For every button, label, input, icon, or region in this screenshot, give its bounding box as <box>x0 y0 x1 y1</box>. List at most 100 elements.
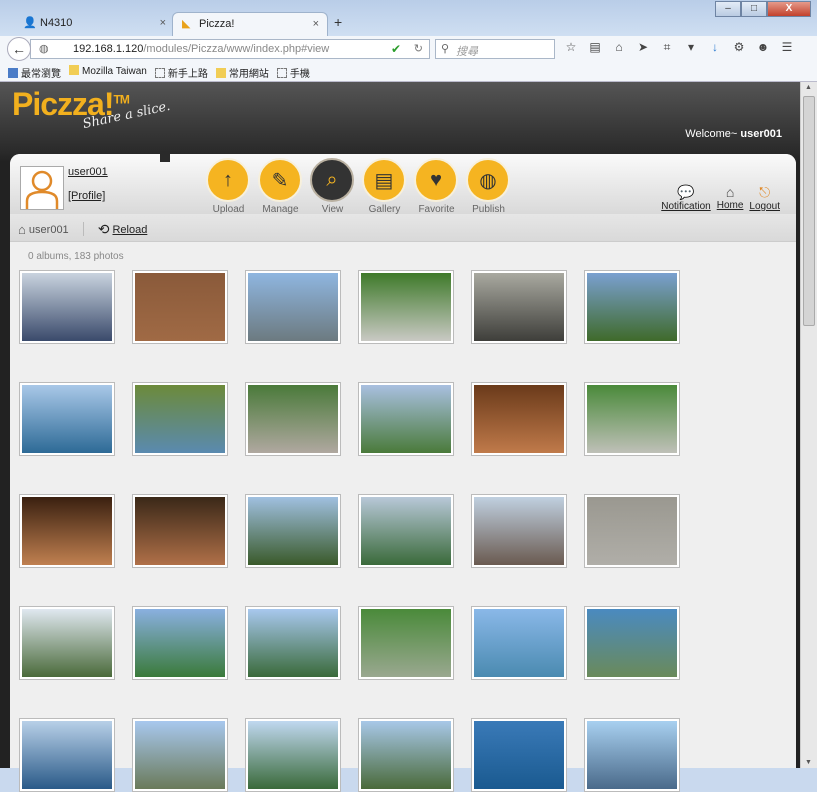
reload-icon[interactable]: ⟲ <box>98 221 110 237</box>
photo-image <box>22 273 112 341</box>
photo-thumbnail[interactable] <box>19 382 115 456</box>
photo-image <box>361 273 451 341</box>
photo-thumbnail[interactable] <box>358 718 454 792</box>
nav-favorite[interactable]: ♥ Favorite <box>414 158 459 215</box>
photo-thumbnail[interactable] <box>471 718 567 792</box>
tab-label: N4310 <box>40 17 73 29</box>
photo-thumbnail[interactable] <box>584 718 680 792</box>
photo-thumbnail[interactable] <box>132 718 228 792</box>
photo-thumbnail[interactable] <box>19 494 115 568</box>
menu-icon[interactable]: ☰ <box>778 40 796 55</box>
close-tab-icon[interactable]: × <box>160 17 166 29</box>
chat-icon[interactable]: ☻ <box>754 40 772 55</box>
photo-image <box>474 721 564 789</box>
avatar[interactable] <box>20 166 64 210</box>
photo-thumbnail[interactable] <box>358 494 454 568</box>
username-link[interactable]: user001 <box>68 166 108 178</box>
minimize-button[interactable]: – <box>715 1 741 17</box>
photo-thumbnail[interactable] <box>471 270 567 344</box>
photo-thumbnail[interactable] <box>358 606 454 680</box>
nav-manage[interactable]: ✎ Manage <box>258 158 303 215</box>
photo-thumbnail[interactable] <box>584 494 680 568</box>
breadcrumb-user[interactable]: user001 <box>29 224 69 236</box>
bookmarks-bar: 最常瀏覽 Mozilla Taiwan 新手上路 常用網站 手機 <box>0 62 817 82</box>
photo-thumbnail[interactable] <box>132 494 228 568</box>
dropdown-icon[interactable]: ▾ <box>682 40 700 55</box>
scrollbar[interactable]: ▲ ▼ <box>800 82 817 768</box>
close-window-button[interactable]: X <box>767 1 811 17</box>
scroll-thumb[interactable] <box>803 96 815 326</box>
photo-thumbnail[interactable] <box>132 606 228 680</box>
profile-link[interactable]: [Profile] <box>68 190 105 202</box>
photo-thumbnail[interactable] <box>245 718 341 792</box>
photo-thumbnail[interactable] <box>132 382 228 456</box>
star-icon[interactable]: ☆ <box>562 40 580 55</box>
crop-icon[interactable]: ⌗ <box>658 40 676 55</box>
globe-icon: ◍ <box>39 43 49 55</box>
photo-image <box>135 721 225 789</box>
photo-thumbnail[interactable] <box>471 382 567 456</box>
search-placeholder: 搜尋 <box>456 46 478 58</box>
logo-tm: TM <box>113 92 129 107</box>
new-tab-button[interactable]: + <box>334 14 342 30</box>
photo-thumbnail[interactable] <box>245 606 341 680</box>
photo-thumbnail[interactable] <box>19 718 115 792</box>
photo-image <box>361 385 451 453</box>
tab-piczza[interactable]: ◣ Piczza! × <box>172 12 328 36</box>
photo-thumbnail[interactable] <box>358 382 454 456</box>
bookmark-mozilla[interactable]: Mozilla Taiwan <box>69 65 147 78</box>
main-panel: user001 [Profile] ↑ Upload ✎ Manage ⌕ View ▤ Ga… <box>10 152 796 792</box>
reload-button[interactable]: Reload <box>112 224 147 236</box>
home-link[interactable]: ⌂ Home <box>717 184 744 212</box>
photo-grid <box>19 270 680 792</box>
photo-thumbnail[interactable] <box>584 270 680 344</box>
photo-thumbnail[interactable] <box>245 270 341 344</box>
nav-gallery[interactable]: ▤ Gallery <box>362 158 407 215</box>
logout-link[interactable]: ⎋ Logout <box>749 184 780 212</box>
home-icon[interactable]: ⌂ <box>610 40 628 55</box>
person-icon: 👤 <box>23 17 37 29</box>
photo-thumbnail[interactable] <box>358 270 454 344</box>
photo-image <box>587 385 677 453</box>
nav-view[interactable]: ⌕ View <box>310 158 355 215</box>
notification-link[interactable]: 💬 Notification <box>661 184 710 212</box>
photo-image <box>587 721 677 789</box>
photo-thumbnail[interactable] <box>19 270 115 344</box>
link-label: Notification <box>661 201 711 212</box>
photo-image <box>248 385 338 453</box>
download-icon[interactable]: ↓ <box>706 40 724 55</box>
scroll-down-icon[interactable]: ▼ <box>805 759 812 766</box>
photo-thumbnail[interactable] <box>471 606 567 680</box>
photo-thumbnail[interactable] <box>132 270 228 344</box>
photo-thumbnail[interactable] <box>584 606 680 680</box>
bookmark-most-visited[interactable]: 最常瀏覽 <box>8 65 61 80</box>
tab-n4310[interactable]: 👤 N4310 × <box>14 12 174 36</box>
clipboard-icon[interactable]: ▤ <box>586 40 604 55</box>
bookmark-mobile[interactable]: 手機 <box>276 65 310 80</box>
back-button[interactable]: ← <box>7 37 31 61</box>
photo-thumbnail[interactable] <box>471 494 567 568</box>
reload-icon[interactable]: ↻ <box>414 42 423 55</box>
photo-image <box>135 497 225 565</box>
url-host: 192.168.1.120 <box>73 43 144 55</box>
photo-thumbnail[interactable] <box>19 606 115 680</box>
photo-image <box>22 385 112 453</box>
photo-image <box>587 609 677 677</box>
photo-thumbnail[interactable] <box>245 382 341 456</box>
bookmark-common-sites[interactable]: 常用網站 <box>215 65 269 80</box>
scroll-up-icon[interactable]: ▲ <box>805 84 812 91</box>
gear-icon[interactable]: ⚙ <box>730 40 748 55</box>
photo-thumbnail[interactable] <box>584 382 680 456</box>
photo-thumbnail[interactable] <box>245 494 341 568</box>
home-icon[interactable]: ⌂ <box>18 222 26 237</box>
send-icon[interactable]: ➤ <box>634 40 652 55</box>
nav-publish[interactable]: ◍ Publish <box>466 158 511 215</box>
nav-upload[interactable]: ↑ Upload <box>206 158 251 215</box>
url-bar[interactable]: ◍ 192.168.1.120/modules/Piczza/www/index… <box>30 39 430 59</box>
close-tab-icon[interactable]: × <box>313 18 319 30</box>
bookmark-label: 常用網站 <box>228 69 269 80</box>
maximize-button[interactable]: □ <box>741 1 767 17</box>
bookmark-getting-started[interactable]: 新手上路 <box>154 65 208 80</box>
search-input[interactable]: ⚲ 搜尋 <box>435 39 555 59</box>
photo-image <box>361 721 451 789</box>
